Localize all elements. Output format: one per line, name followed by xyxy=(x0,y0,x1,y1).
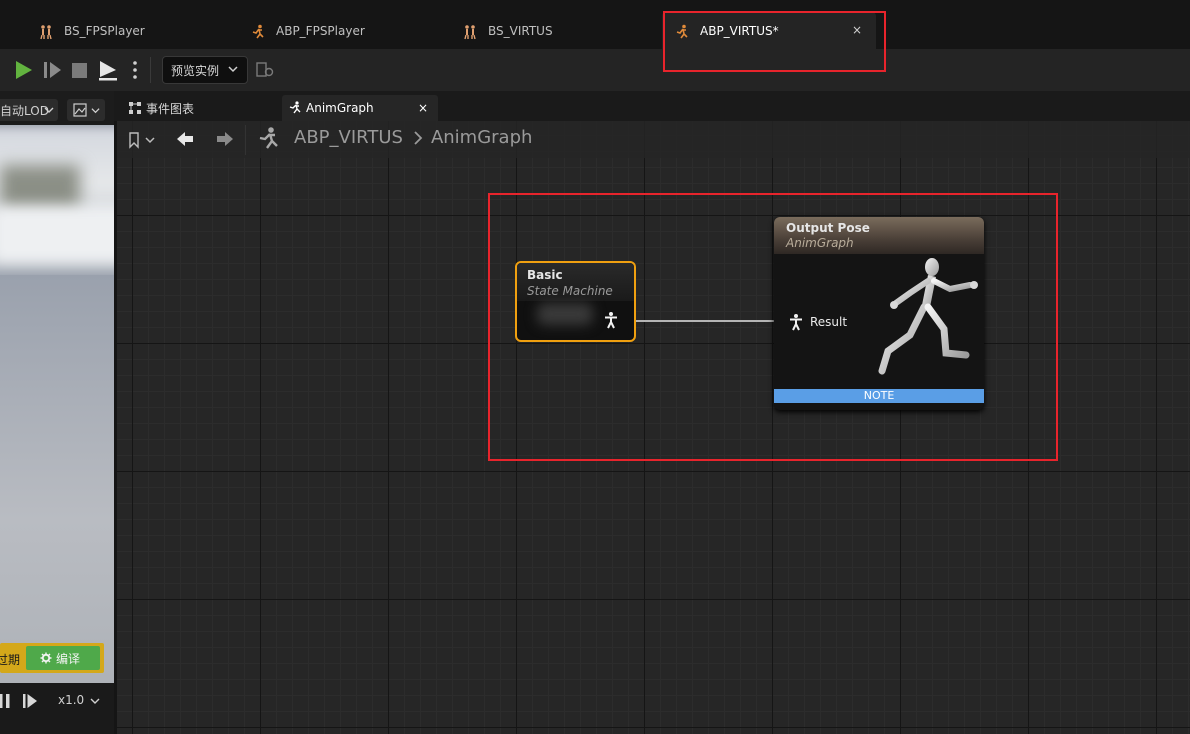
viewport-render[interactable] xyxy=(0,125,114,683)
chevron-right-icon xyxy=(414,130,423,145)
breadcrumb: ABP_VIRTUS AnimGraph xyxy=(117,121,1190,158)
bookmark-icon[interactable] xyxy=(127,131,157,149)
output-pose-node[interactable]: Output Pose AnimGraph Result NOTE xyxy=(774,217,984,410)
running-mannequin-icon xyxy=(878,258,978,375)
doc-tab-abp-fpsplayer[interactable]: ABP_FPSPlayer xyxy=(238,12,438,49)
breadcrumb-path: ABP_VIRTUS AnimGraph xyxy=(294,127,532,148)
pose-connection-wire[interactable] xyxy=(636,320,776,322)
result-pin-label: Result xyxy=(810,315,848,329)
gear-icon xyxy=(40,652,52,664)
close-icon[interactable]: × xyxy=(852,23,862,37)
compile-label: 编译 xyxy=(56,651,81,666)
close-icon[interactable]: × xyxy=(418,101,428,115)
playback-speed-dropdown[interactable]: x1.0 xyxy=(58,693,100,707)
node-header: Basic State Machine xyxy=(517,263,634,301)
doc-tab-label: BS_VIRTUS xyxy=(488,23,553,38)
doc-tab-label: BS_FPSPlayer xyxy=(64,23,145,38)
viewport-scene-floor xyxy=(0,275,114,683)
arrow-left-icon[interactable] xyxy=(175,130,195,148)
breadcrumb-root[interactable]: ABP_VIRTUS xyxy=(294,127,403,148)
chevron-down-icon xyxy=(91,108,100,114)
tab-label: AnimGraph xyxy=(306,101,374,115)
preview-viewport-panel: 自动LOD 过期 编译 x1.0 xyxy=(0,91,114,734)
tab-label: 事件图表 xyxy=(146,101,195,116)
anim-blueprint-icon xyxy=(676,24,688,39)
view-options-button[interactable] xyxy=(67,99,105,121)
pause-icon[interactable] xyxy=(0,693,12,709)
play-icon[interactable] xyxy=(10,57,36,83)
debug-object-icon[interactable] xyxy=(256,62,274,78)
tab-anim-graph[interactable]: AnimGraph × xyxy=(282,95,438,121)
lod-dropdown[interactable]: 自动LOD xyxy=(0,99,58,121)
step-forward-icon[interactable] xyxy=(40,57,64,83)
compile-button[interactable]: 编译 xyxy=(26,646,100,670)
compile-status-text: 过期 xyxy=(0,653,21,667)
viewport-header: 自动LOD xyxy=(0,91,114,125)
node-subtitle: State Machine xyxy=(527,284,613,298)
anim-blueprint-icon xyxy=(252,24,264,39)
viewport-playback-bar: x1.0 xyxy=(0,683,114,734)
preview-instance-dropdown[interactable]: 预览实例 xyxy=(162,56,248,84)
step-forward-icon[interactable] xyxy=(22,693,38,709)
preview-instance-label: 预览实例 xyxy=(171,63,220,78)
blendspace-icon xyxy=(464,25,476,40)
doc-tab-abp-virtus[interactable]: ABP_VIRTUS* × xyxy=(662,12,876,49)
doc-tab-bs-fpsplayer[interactable]: BS_FPSPlayer xyxy=(26,12,216,49)
stop-icon[interactable] xyxy=(68,57,92,83)
runner-icon xyxy=(289,101,301,114)
chevron-down-icon xyxy=(44,107,54,113)
event-graph-icon xyxy=(129,102,141,114)
node-title: Output Pose xyxy=(786,221,870,235)
viewport-scene-highlight xyxy=(0,205,114,265)
doc-tab-bs-virtus[interactable]: BS_VIRTUS xyxy=(450,12,650,49)
runner-icon xyxy=(259,127,278,149)
tab-event-graph[interactable]: 事件图表 xyxy=(122,95,194,121)
node-title: Basic xyxy=(527,268,563,282)
toolbar-separator xyxy=(150,57,151,83)
blendspace-icon xyxy=(40,25,52,40)
pose-pin-icon[interactable] xyxy=(603,311,619,329)
eject-icon[interactable] xyxy=(96,57,120,83)
state-machine-node-basic[interactable]: Basic State Machine xyxy=(515,261,636,342)
node-subtitle: AnimGraph xyxy=(786,236,854,250)
more-options-icon[interactable] xyxy=(126,57,144,83)
pose-pin-icon xyxy=(790,314,802,331)
lod-label: 自动LOD xyxy=(0,103,49,118)
chevron-down-icon xyxy=(90,698,100,704)
arrow-right-icon[interactable] xyxy=(215,130,235,148)
chevron-down-icon xyxy=(228,66,238,73)
document-tab-bar: BS_FPSPlayer ABP_FPSPlayer BS_VIRTUS ABP… xyxy=(0,0,1190,49)
graph-tab-bar: 事件图表 AnimGraph × xyxy=(114,91,1190,121)
node-preview xyxy=(537,303,593,325)
toolbar: 预览实例 xyxy=(0,49,1190,91)
node-note-bar: NOTE xyxy=(774,389,984,403)
result-pin[interactable]: Result xyxy=(788,313,847,331)
doc-tab-label: ABP_VIRTUS* xyxy=(700,23,779,38)
doc-tab-label: ABP_FPSPlayer xyxy=(276,23,365,38)
breadcrumb-current[interactable]: AnimGraph xyxy=(431,127,532,148)
node-header: Output Pose AnimGraph xyxy=(774,217,984,254)
breadcrumb-separator xyxy=(245,125,246,155)
playback-speed-label: x1.0 xyxy=(58,693,85,707)
image-icon xyxy=(73,103,87,117)
anim-graph-canvas[interactable]: ABP_VIRTUS AnimGraph Basic State Machine… xyxy=(117,121,1190,734)
